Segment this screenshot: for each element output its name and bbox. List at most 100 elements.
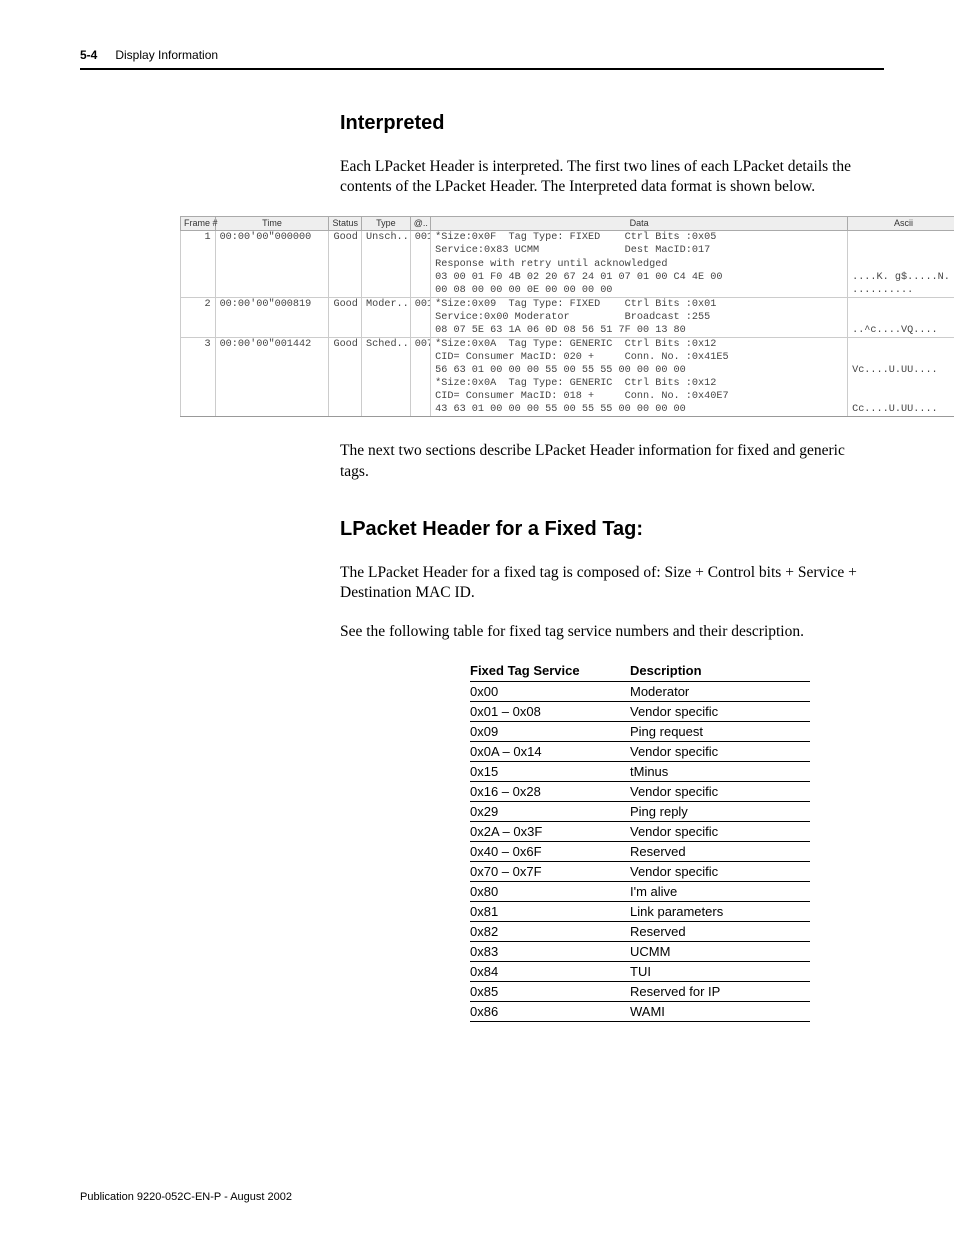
svc-cell-service: 0x80 [470, 882, 630, 902]
svc-row: 0x86WAMI [470, 1002, 810, 1022]
running-header: 5-4 Display Information [80, 48, 884, 62]
capture-cell [848, 258, 954, 271]
capture-cell: CID= Consumer MacID: 018 + Conn. No. :0x… [431, 390, 848, 403]
svc-row: 0x82Reserved [470, 922, 810, 942]
capture-cell [181, 311, 216, 324]
capture-row: 56 63 01 00 00 00 55 00 55 55 00 00 00 0… [181, 364, 954, 377]
capture-cell [361, 377, 410, 390]
svc-cell-service: 0x16 – 0x28 [470, 782, 630, 802]
content-column: Interpreted Each LPacket Header is inter… [340, 112, 874, 198]
svc-cell-service: 0x40 – 0x6F [470, 842, 630, 862]
capture-cell [215, 390, 329, 403]
capture-cell: 43 63 01 00 00 00 55 00 55 55 00 00 00 0… [431, 403, 848, 417]
capture-cell [361, 403, 410, 417]
svc-cell-desc: Vendor specific [630, 782, 810, 802]
capture-cell [410, 377, 430, 390]
capture-cell [848, 377, 954, 390]
capture-cell: .......... [848, 284, 954, 298]
capture-cell [361, 364, 410, 377]
capture-row: 43 63 01 00 00 00 55 00 55 55 00 00 00 0… [181, 403, 954, 417]
svc-row: 0x84TUI [470, 962, 810, 982]
svc-row: 0x80I'm alive [470, 882, 810, 902]
capture-cell [848, 244, 954, 257]
svc-row: 0x85Reserved for IP [470, 982, 810, 1002]
content-column: The next two sections describe LPacket H… [340, 441, 874, 642]
capture-cell [329, 284, 362, 298]
capture-cell [848, 351, 954, 364]
capture-cell [361, 244, 410, 257]
capture-cell [410, 271, 430, 284]
capture-cell [410, 351, 430, 364]
capture-cell: Good [329, 337, 362, 351]
capture-cell [181, 324, 216, 338]
capture-row: *Size:0x0A Tag Type: GENERIC Ctrl Bits :… [181, 377, 954, 390]
capture-row: CID= Consumer MacID: 020 + Conn. No. :0x… [181, 351, 954, 364]
capture-cell [329, 403, 362, 417]
capture-cell [329, 377, 362, 390]
svc-cell-desc: Vendor specific [630, 822, 810, 842]
capture-row: 100:00'00"000000GoodUnsch..001*Size:0x0F… [181, 231, 954, 245]
svc-cell-service: 0x01 – 0x08 [470, 702, 630, 722]
capture-cell [410, 403, 430, 417]
capture-cell: 08 07 5E 63 1A 06 0D 08 56 51 7F 00 13 8… [431, 324, 848, 338]
capture-th-data: Data [431, 216, 848, 231]
svc-row: 0x40 – 0x6FReserved [470, 842, 810, 862]
capture-row: Service:0x83 UCMM Dest MacID:017 [181, 244, 954, 257]
capture-th-status: Status [329, 216, 362, 231]
svc-row: 0x15tMinus [470, 762, 810, 782]
svc-cell-desc: Reserved [630, 842, 810, 862]
capture-cell [329, 258, 362, 271]
capture-cell [361, 390, 410, 403]
svc-cell-desc: tMinus [630, 762, 810, 782]
capture-cell: ....K. g$.....N. [848, 271, 954, 284]
svc-cell-desc: Link parameters [630, 902, 810, 922]
capture-cell [329, 324, 362, 338]
capture-cell: Service:0x83 UCMM Dest MacID:017 [431, 244, 848, 257]
svc-cell-service: 0x82 [470, 922, 630, 942]
capture-cell [181, 244, 216, 257]
header-rule [80, 68, 884, 70]
capture-row: 200:00'00"000819GoodModer..001*Size:0x09… [181, 297, 954, 311]
svc-cell-service: 0x81 [470, 902, 630, 922]
capture-cell [215, 311, 329, 324]
capture-cell: *Size:0x09 Tag Type: FIXED Ctrl Bits :0x… [431, 297, 848, 311]
svc-row: 0x70 – 0x7FVendor specific [470, 862, 810, 882]
capture-cell [410, 390, 430, 403]
fixed-tag-service-table: Fixed Tag Service Description 0x00Modera… [470, 660, 810, 1022]
paragraph: The next two sections describe LPacket H… [340, 441, 874, 482]
capture-th-type: Type [361, 216, 410, 231]
capture-cell [410, 284, 430, 298]
svc-cell-desc: Ping request [630, 722, 810, 742]
chapter-title: Display Information [115, 48, 218, 62]
capture-cell [410, 324, 430, 338]
svc-cell-desc: WAMI [630, 1002, 810, 1022]
capture-cell: Moder.. [361, 297, 410, 311]
svc-cell-service: 0x86 [470, 1002, 630, 1022]
svc-row: 0x0A – 0x14Vendor specific [470, 742, 810, 762]
section-heading-interpreted: Interpreted [340, 112, 874, 135]
capture-cell: Sched.. [361, 337, 410, 351]
capture-cell [215, 284, 329, 298]
capture-cell [329, 271, 362, 284]
paragraph: See the following table for fixed tag se… [340, 622, 874, 642]
capture-row: 00 08 00 00 00 0E 00 00 00 00.......... [181, 284, 954, 298]
section-heading-lpacket-fixed: LPacket Header for a Fixed Tag: [340, 518, 874, 541]
capture-cell [215, 377, 329, 390]
capture-cell [181, 364, 216, 377]
svc-row: 0x83UCMM [470, 942, 810, 962]
capture-cell [361, 284, 410, 298]
paragraph: The LPacket Header for a fixed tag is co… [340, 563, 874, 604]
capture-cell: 3 [181, 337, 216, 351]
capture-cell: Response with retry until acknowledged [431, 258, 848, 271]
svc-cell-desc: TUI [630, 962, 810, 982]
svc-row: 0x00Moderator [470, 682, 810, 702]
capture-cell: 1 [181, 231, 216, 245]
capture-cell [215, 351, 329, 364]
svc-cell-desc: Ping reply [630, 802, 810, 822]
capture-cell [848, 297, 954, 311]
svc-cell-service: 0x83 [470, 942, 630, 962]
capture-cell [410, 244, 430, 257]
capture-cell: *Size:0x0A Tag Type: GENERIC Ctrl Bits :… [431, 377, 848, 390]
capture-cell: 56 63 01 00 00 00 55 00 55 55 00 00 00 0… [431, 364, 848, 377]
capture-cell [848, 231, 954, 245]
